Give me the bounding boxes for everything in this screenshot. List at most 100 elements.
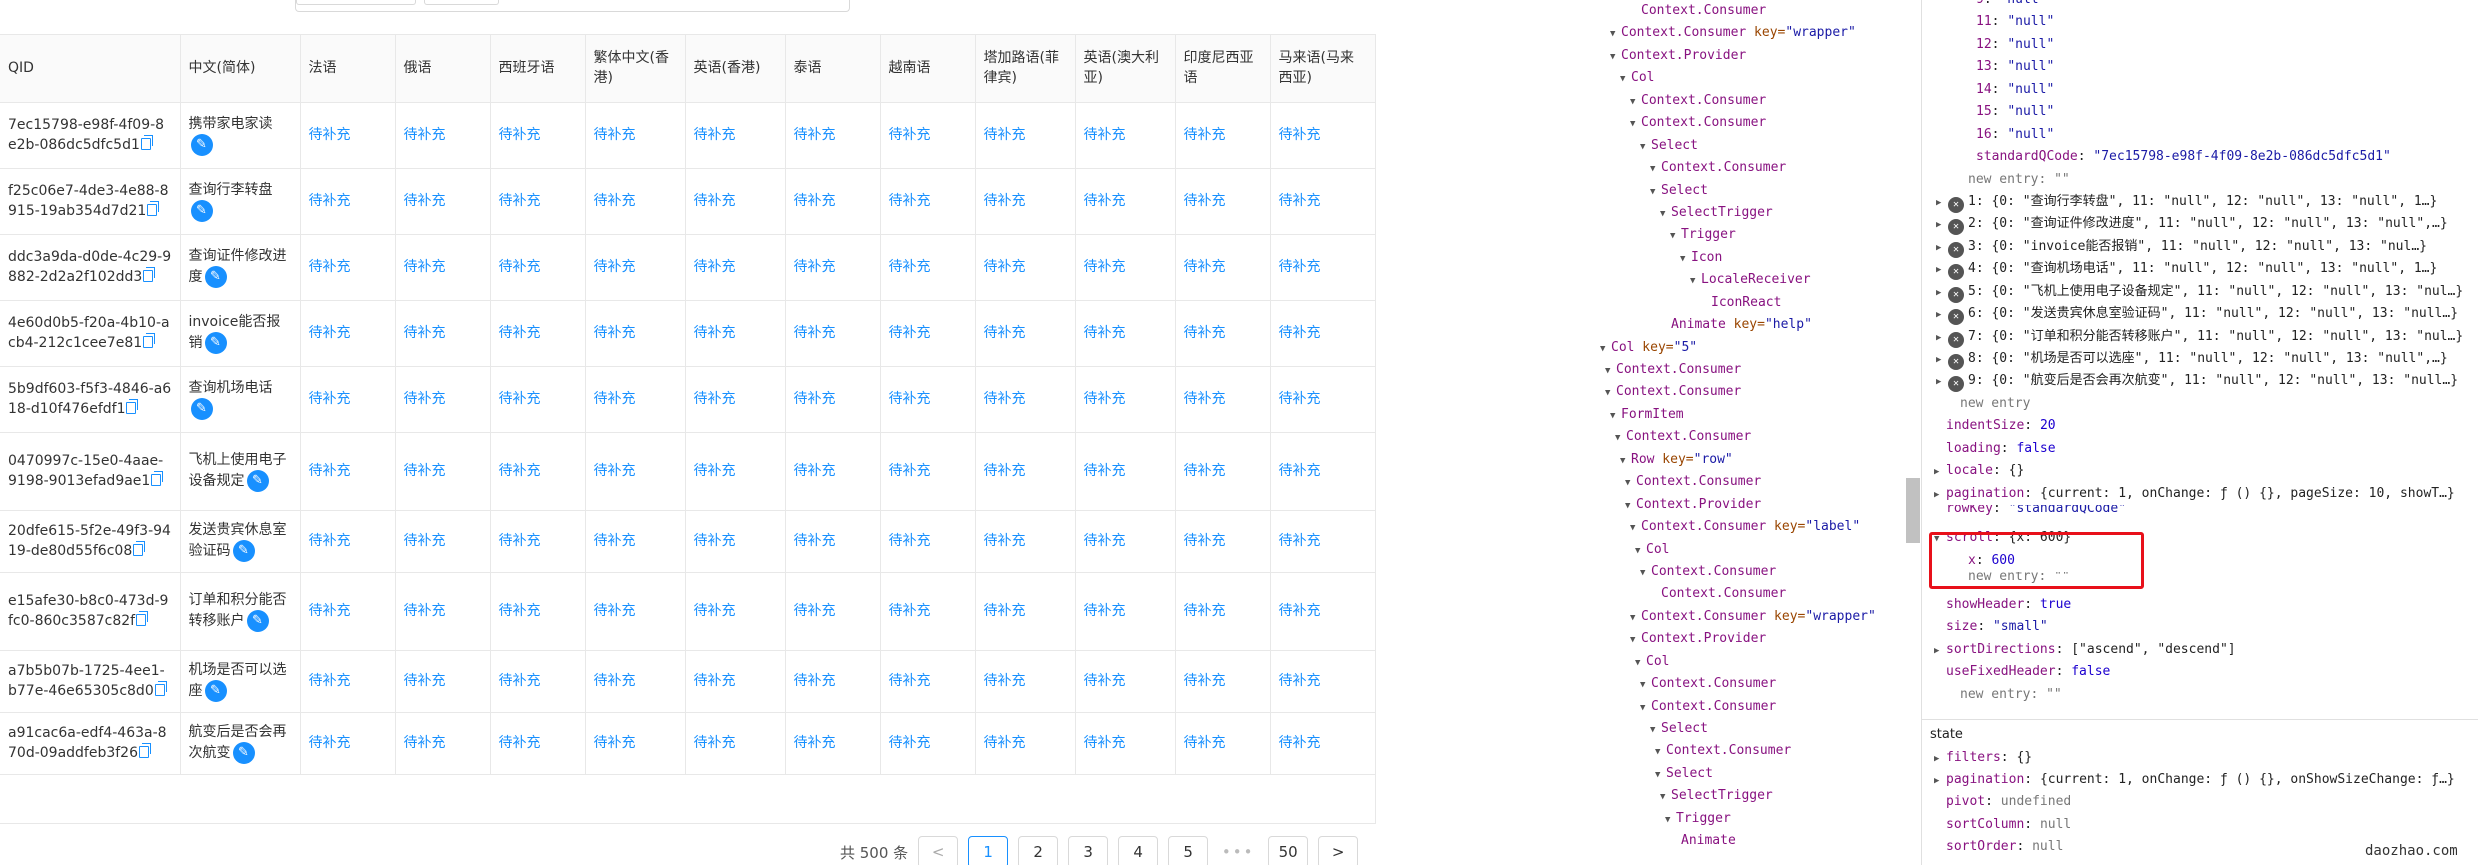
tree-node[interactable]: ▼ Context.Consumer key="label": [1588, 516, 1906, 538]
pending-translation-link[interactable]: 待补充: [1175, 234, 1271, 301]
pending-translation-link[interactable]: 待补充: [585, 712, 686, 775]
pending-translation-link[interactable]: 待补充: [975, 366, 1076, 433]
pending-translation-link[interactable]: 待补充: [785, 168, 881, 235]
pending-translation-link[interactable]: 待补充: [1270, 234, 1375, 301]
pending-translation-link[interactable]: 待补充: [785, 432, 881, 511]
collapse-triangle-icon[interactable]: ▼: [1605, 382, 1616, 404]
pending-translation-link[interactable]: 待补充: [395, 432, 491, 511]
pending-translation-link[interactable]: 待补充: [880, 650, 976, 713]
pending-translation-link[interactable]: 待补充: [785, 102, 881, 169]
tree-node[interactable]: ▼ Context.Consumer: [1588, 471, 1906, 493]
expand-triangle-icon[interactable]: ▶: [1934, 640, 1946, 662]
delete-entry-icon[interactable]: ✕: [1948, 376, 1964, 393]
prop-entry[interactable]: 16: "null": [1976, 124, 2478, 146]
collapse-triangle-icon[interactable]: ▼: [1640, 674, 1651, 696]
edit-icon[interactable]: ✎: [246, 610, 269, 632]
tree-node[interactable]: ▼ Select: [1588, 180, 1906, 202]
pending-translation-link[interactable]: 待补充: [1075, 102, 1176, 169]
collapse-triangle-icon[interactable]: ▼: [1615, 427, 1626, 449]
page-3-button[interactable]: 3: [1068, 836, 1109, 865]
prop-sortDirections[interactable]: ▶ sortDirections: ["ascend", "descend"]: [1922, 639, 2478, 661]
state-pivot[interactable]: pivot: undefined: [1922, 791, 2478, 813]
pending-translation-link[interactable]: 待补充: [1270, 168, 1375, 235]
pending-translation-link[interactable]: 待补充: [685, 102, 786, 169]
pending-translation-link[interactable]: 待补充: [300, 572, 396, 651]
pending-translation-link[interactable]: 待补充: [300, 712, 396, 775]
collapse-triangle-icon[interactable]: ▼: [1630, 91, 1641, 113]
tree-node[interactable]: ▼ Context.Consumer: [1588, 740, 1906, 762]
prop-new-entry-plain[interactable]: new entry: [1922, 393, 2478, 415]
tree-node[interactable]: ▼ Select: [1588, 718, 1906, 740]
page-4-button[interactable]: 4: [1118, 836, 1159, 865]
collapse-triangle-icon[interactable]: ▼: [1610, 23, 1621, 45]
data-row-entry[interactable]: ▶ ✕ 2: {0: "查询证件修改进度", 11: "null", 12: "nu…: [1936, 213, 2478, 236]
prop-new-entry-end[interactable]: new entry: "": [1922, 684, 2478, 706]
pending-translation-link[interactable]: 待补充: [490, 102, 586, 169]
pending-translation-link[interactable]: 待补充: [490, 168, 586, 235]
page-1-button[interactable]: 1: [968, 836, 1009, 865]
pending-translation-link[interactable]: 待补充: [880, 510, 976, 573]
pending-translation-link[interactable]: 待补充: [785, 572, 881, 651]
collapse-triangle-icon[interactable]: ▼: [1635, 540, 1646, 562]
prop-entry[interactable]: 13: "null": [1976, 56, 2478, 78]
pending-translation-link[interactable]: 待补充: [785, 650, 881, 713]
pending-translation-link[interactable]: 待补充: [880, 234, 976, 301]
tree-node[interactable]: ▼ Trigger: [1588, 808, 1906, 830]
pending-translation-link[interactable]: 待补充: [490, 650, 586, 713]
prop-loading[interactable]: loading: false: [1922, 438, 2478, 460]
pending-translation-link[interactable]: 待补充: [1175, 572, 1271, 651]
pending-translation-link[interactable]: 待补充: [1075, 234, 1176, 301]
collapse-triangle-icon[interactable]: ▼: [1665, 809, 1676, 831]
page-50-button[interactable]: 50: [1268, 836, 1309, 865]
pending-translation-link[interactable]: 待补充: [975, 712, 1076, 775]
expand-triangle-icon[interactable]: ▶: [1936, 214, 1948, 236]
copy-icon[interactable]: [126, 399, 139, 414]
expand-triangle-icon[interactable]: ▶: [1936, 237, 1948, 259]
delete-entry-icon[interactable]: ✕: [1948, 354, 1964, 370]
tree-node[interactable]: ▼ Col key="5": [1588, 337, 1906, 359]
expand-triangle-icon[interactable]: ▶: [1936, 349, 1948, 371]
data-row-entry[interactable]: ▶ ✕ 3: {0: "invoice能否报销", 11: "null", 12: …: [1936, 236, 2478, 258]
prop-rowKey[interactable]: rowKey: "standardQCode": [1922, 505, 2478, 517]
delete-entry-icon[interactable]: ✕: [1948, 264, 1964, 281]
tree-node[interactable]: ▼ Col: [1588, 67, 1906, 89]
pending-translation-link[interactable]: 待补充: [975, 432, 1076, 511]
data-row-entry[interactable]: ▶ ✕ 5: {0: "飞机上使用电子设备规定", 11: "null", 12: …: [1936, 281, 2478, 303]
edit-icon[interactable]: ✎: [190, 200, 213, 222]
collapse-triangle-icon[interactable]: ▼: [1620, 68, 1631, 90]
edit-icon[interactable]: ✎: [190, 134, 213, 156]
collapse-triangle-icon[interactable]: ▼: [1625, 495, 1636, 517]
collapse-triangle-icon[interactable]: ▼: [1670, 225, 1681, 247]
collapse-triangle-icon[interactable]: ▼: [1640, 562, 1651, 584]
pending-translation-link[interactable]: 待补充: [880, 168, 976, 235]
data-row-entry[interactable]: ▶ ✕ 8: {0: "机场是否可以选座", 11: "null", 12: "nu…: [1936, 348, 2478, 370]
collapse-triangle-icon[interactable]: ▼: [1630, 607, 1641, 629]
copy-icon[interactable]: [136, 611, 149, 626]
pending-translation-link[interactable]: 待补充: [1075, 366, 1176, 433]
pending-translation-link[interactable]: 待补充: [395, 234, 491, 301]
pending-translation-link[interactable]: 待补充: [300, 432, 396, 511]
state-pagination[interactable]: ▶ pagination: {current: 1, onChange: ƒ ()…: [1922, 769, 2478, 791]
copy-icon[interactable]: [154, 681, 167, 696]
expand-triangle-icon[interactable]: ▶: [1936, 327, 1948, 349]
prop-entry[interactable]: standardQCode: "7ec15798-e98f-4f09-8e2b-…: [1976, 146, 2478, 168]
expand-triangle-icon[interactable]: ▶: [1934, 770, 1946, 792]
pending-translation-link[interactable]: 待补充: [1075, 650, 1176, 713]
data-row-entry[interactable]: ▶ ✕ 7: {0: "订单和积分能否转移账户", 11: "null", 12: …: [1936, 326, 2478, 348]
pending-translation-link[interactable]: 待补充: [300, 168, 396, 235]
tree-node[interactable]: ▼ Context.Consumer: [1588, 359, 1906, 381]
copy-icon[interactable]: [133, 541, 146, 556]
pending-translation-link[interactable]: 待补充: [975, 234, 1076, 301]
prop-entry[interactable]: 15: "null": [1976, 101, 2478, 123]
pending-translation-link[interactable]: 待补充: [1270, 650, 1375, 713]
edit-icon[interactable]: ✎: [232, 540, 255, 562]
pending-translation-link[interactable]: 待补充: [300, 102, 396, 169]
pending-translation-link[interactable]: 待补充: [1075, 432, 1176, 511]
pending-translation-link[interactable]: 待补充: [1270, 572, 1375, 651]
tree-node[interactable]: ▼ Context.Consumer: [1588, 426, 1906, 448]
prop-useFixedHeader[interactable]: useFixedHeader: false: [1922, 661, 2478, 683]
delete-entry-icon[interactable]: ✕: [1948, 219, 1964, 236]
state-sortColumn[interactable]: sortColumn: null: [1922, 814, 2478, 836]
pending-translation-link[interactable]: 待补充: [585, 572, 686, 651]
collapse-triangle-icon[interactable]: ▼: [1640, 136, 1651, 158]
